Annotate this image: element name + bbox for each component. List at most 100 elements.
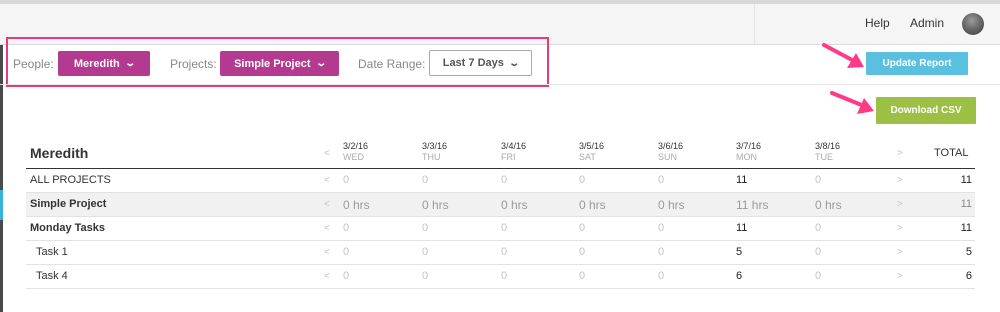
people-label: People: (13, 57, 54, 71)
table-cell: 0 (658, 246, 665, 258)
table-cell: 0 (422, 222, 429, 234)
row-label: ALL PROJECTS (30, 174, 111, 186)
date-range-label: Date Range: (358, 57, 426, 71)
table-cell: 0 (343, 270, 350, 282)
table-cell: 0 (579, 246, 586, 258)
table-cell: 0 (815, 246, 822, 258)
chevron-left-icon: < (324, 175, 330, 186)
table-cell: 0 (658, 270, 665, 282)
table-cell: 0 hrs (501, 198, 528, 212)
day-date: 3/7/16 (736, 141, 762, 151)
table-cell: 0 (815, 174, 822, 186)
day-name: FRI (501, 152, 516, 162)
chevron-left-icon: < (324, 271, 330, 282)
table-cell: 0 (501, 174, 508, 186)
table-row: ALL PROJECTS <0 0 0 0 0 11 0 >11 (26, 169, 975, 193)
chevron-left-icon: < (324, 199, 330, 210)
table-cell: 6 (736, 270, 743, 282)
table-row: Monday Tasks <0 0 0 0 0 11 0 >11 (26, 217, 975, 241)
projects-dropdown[interactable]: Simple Project ⌄ (220, 51, 339, 76)
table-cell: 0 (658, 222, 665, 234)
filter-separator (0, 84, 1000, 85)
table-cell: 0 hrs (579, 198, 606, 212)
chevron-right-icon: > (897, 199, 903, 210)
total-column-header: TOTAL (934, 147, 969, 159)
help-link[interactable]: Help (865, 16, 890, 30)
table-cell: 0 hrs (815, 198, 842, 212)
table-cell: 0 hrs (343, 198, 370, 212)
row-label: Monday Tasks (30, 222, 105, 234)
day-name: SUN (658, 152, 678, 162)
table-cell: 11 (736, 222, 748, 234)
date-range-dropdown[interactable]: Last 7 Days ⌄ (429, 50, 532, 76)
table-cell: 0 (501, 270, 508, 282)
chevron-right-icon: > (897, 247, 903, 258)
table-row[interactable]: Simple Project <0 hrs 0 hrs 0 hrs 0 hrs 0 hrs… (26, 193, 975, 217)
chevron-right-icon[interactable]: > (897, 148, 903, 159)
chevron-left-icon: < (324, 247, 330, 258)
day-date: 3/8/16 (815, 141, 841, 151)
nav-divider (754, 4, 755, 45)
row-label: Simple Project (30, 198, 107, 210)
chevron-down-icon: ⌄ (314, 58, 327, 69)
day-name: WED (343, 152, 364, 162)
table-cell: 0 (343, 246, 350, 258)
table-cell: 0 (343, 174, 350, 186)
avatar[interactable] (962, 13, 984, 35)
table-cell: 0 (422, 174, 429, 186)
top-border (0, 0, 1000, 4)
table-row: Task 1 <0 0 0 0 0 5 0 >5 (26, 241, 975, 265)
chevron-right-icon: > (897, 271, 903, 282)
table-cell: 0 hrs (422, 198, 449, 212)
sidebar-accent (0, 190, 3, 220)
row-total: 11 (960, 222, 972, 234)
table-cell: 11 (736, 174, 748, 186)
chevron-down-icon: ⌄ (124, 58, 136, 69)
day-name: SAT (579, 152, 596, 162)
download-csv-button[interactable]: Download CSV (876, 97, 976, 124)
day-date: 3/3/16 (422, 141, 448, 151)
table-cell: 0 (422, 246, 429, 258)
row-total: 5 (965, 246, 972, 258)
day-date: 3/5/16 (579, 141, 605, 151)
day-date: 3/6/16 (658, 141, 684, 151)
row-total: 11 (960, 198, 972, 210)
sidebar-edge (0, 45, 3, 312)
report-title: Meredith (30, 145, 89, 161)
table-cell: 0 (501, 222, 508, 234)
projects-label: Projects: (170, 57, 217, 71)
table-cell: 0 hrs (658, 198, 685, 212)
table-cell: 0 (343, 222, 350, 234)
day-name: THU (422, 152, 441, 162)
day-date: 3/2/16 (343, 141, 369, 151)
day-name: MON (736, 152, 757, 162)
arrow-right-icon (830, 91, 874, 114)
people-value: Meredith (73, 57, 120, 70)
day-date: 3/4/16 (501, 141, 527, 151)
projects-value: Simple Project (234, 57, 311, 70)
table-cell: 0 (579, 270, 586, 282)
table-cell: 0 (579, 174, 586, 186)
table-cell: 0 (579, 222, 586, 234)
row-total: 6 (965, 270, 972, 282)
chevron-left-icon[interactable]: < (324, 148, 330, 159)
date-range-value: Last 7 Days (442, 57, 504, 69)
table-cell: 0 (422, 270, 429, 282)
table-cell: 0 (501, 246, 508, 258)
table-cell: 0 (815, 222, 822, 234)
chevron-left-icon: < (324, 223, 330, 234)
table-cell: 11 hrs (736, 198, 769, 212)
chevron-down-icon: ⌄ (508, 57, 520, 69)
table-cell: 0 (658, 174, 665, 186)
table-row: Task 4 <0 0 0 0 0 6 0 >6 (26, 265, 975, 289)
update-report-button[interactable]: Update Report (866, 52, 968, 75)
chevron-right-icon: > (897, 175, 903, 186)
arrow-right-icon (822, 43, 864, 68)
day-name: TUE (815, 152, 833, 162)
admin-link[interactable]: Admin (910, 16, 944, 30)
table-cell: 5 (736, 246, 743, 258)
row-total: 11 (960, 174, 972, 186)
row-label: Task 4 (36, 270, 68, 282)
chevron-right-icon: > (897, 223, 903, 234)
people-dropdown[interactable]: Meredith ⌄ (58, 51, 150, 76)
